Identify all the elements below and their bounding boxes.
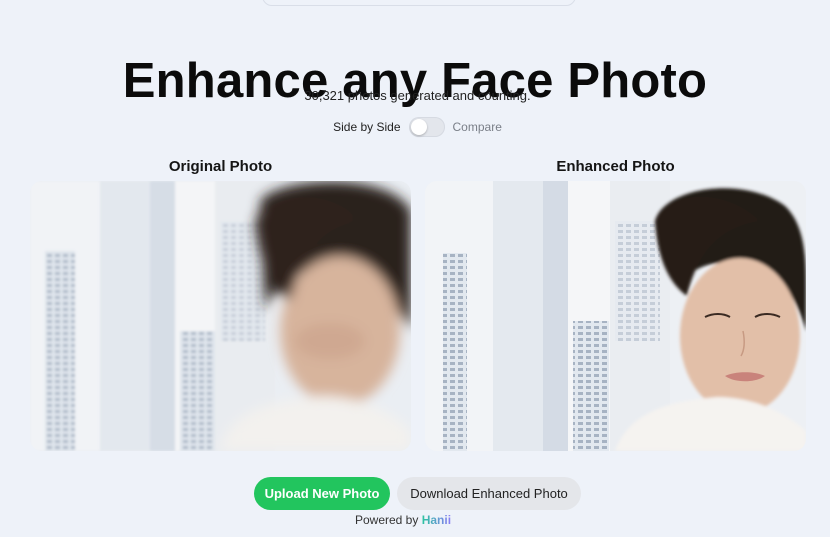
view-mode-switch[interactable]: [408, 117, 445, 137]
download-enhanced-photo-button[interactable]: Download Enhanced Photo: [397, 477, 581, 510]
original-photo: [30, 181, 411, 451]
top-pill-decoration: [262, 0, 576, 6]
switch-knob: [410, 119, 427, 135]
view-toggle: Side by Side Compare: [0, 117, 830, 137]
generation-counter: 30,321 photos generated and counting.: [304, 88, 531, 103]
enhanced-photo-label: Enhanced Photo: [556, 158, 675, 175]
upload-new-photo-button[interactable]: Upload New Photo: [254, 477, 390, 510]
compare-label[interactable]: Compare: [453, 120, 502, 134]
brand-link[interactable]: Hanii: [422, 513, 451, 527]
original-photo-label: Original Photo: [168, 158, 273, 175]
powered-by: Powered by Hanii: [0, 513, 806, 527]
powered-by-label: Powered by: [354, 513, 419, 527]
enhanced-photo: [425, 181, 806, 451]
page: Enhance any Face Photo 30,321 photos gen…: [0, 0, 830, 537]
side-by-side-label[interactable]: Side by Side: [333, 120, 400, 134]
